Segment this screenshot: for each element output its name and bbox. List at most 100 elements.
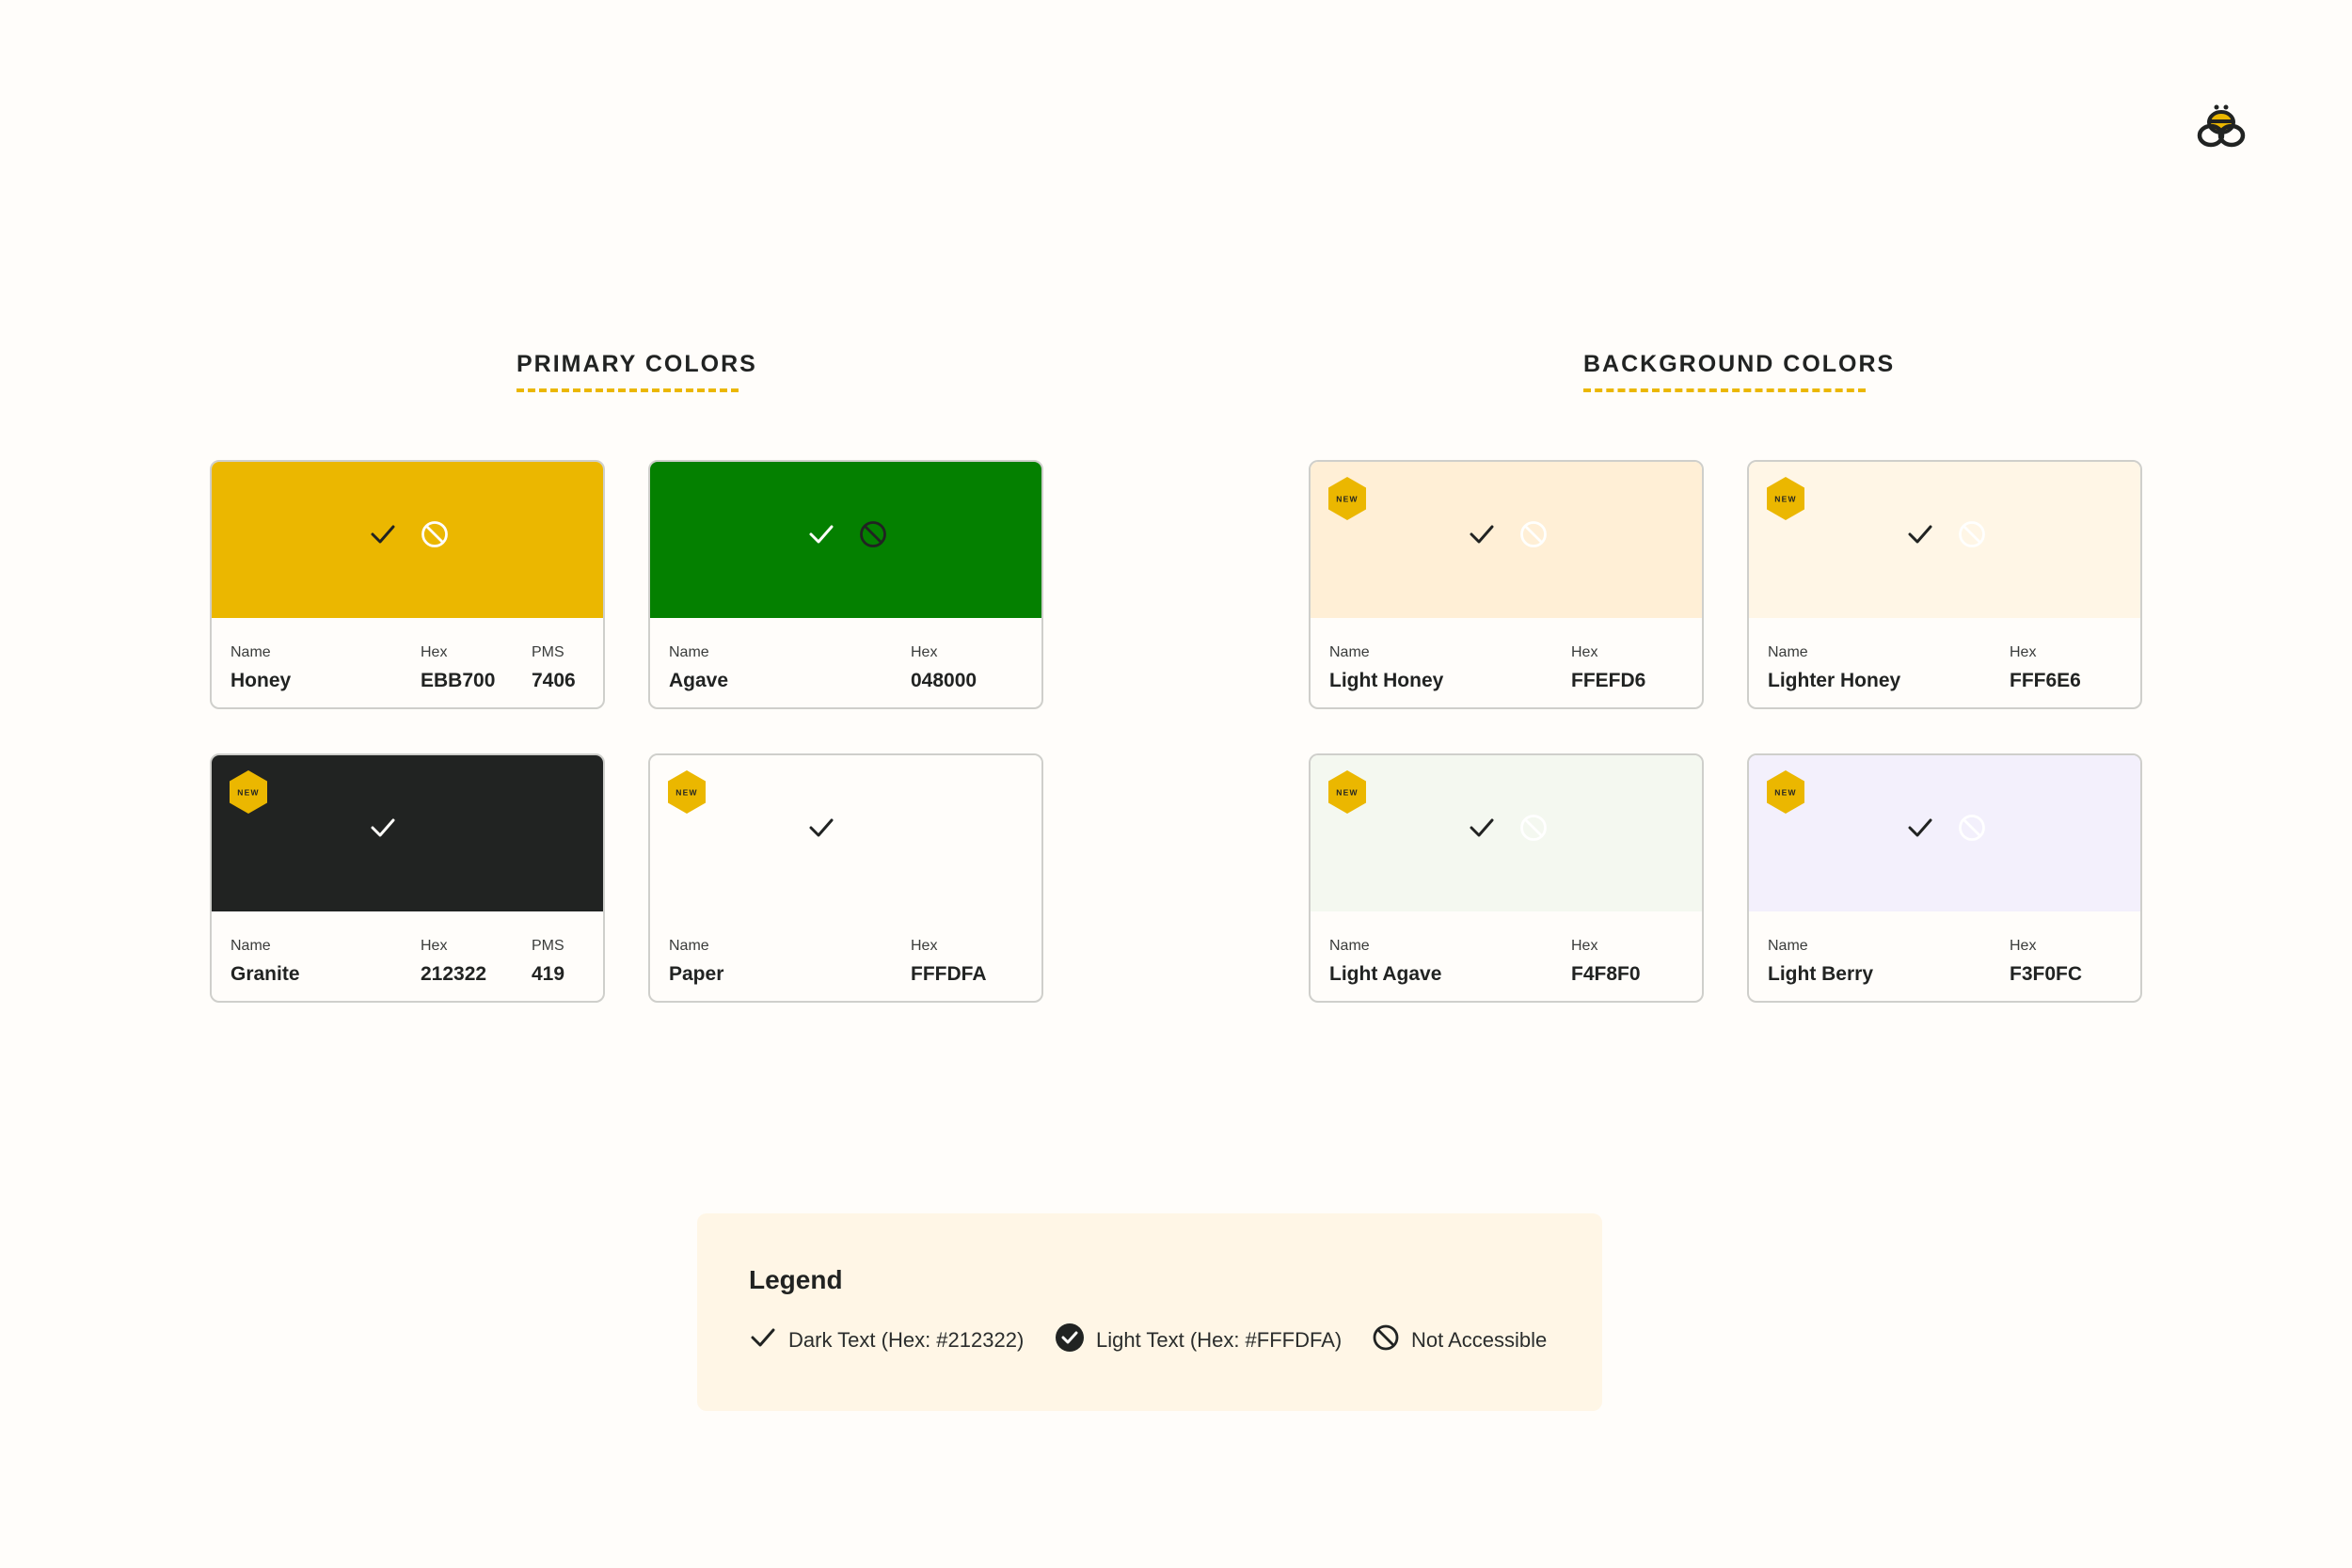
card-info: Name Lighter Honey Hex FFF6E6 [1749, 618, 2140, 707]
name-label: Name [1768, 644, 1808, 660]
hex-label: Hex [2010, 644, 2037, 660]
svg-text:NEW: NEW [1336, 788, 1358, 798]
hex-value: 212322 [421, 963, 487, 985]
not-accessible-icon [1518, 812, 1549, 844]
name-label: Name [1329, 644, 1370, 660]
name-label: Name [230, 644, 271, 660]
legend-panel: Legend Dark Text (Hex: #212322) Light Te… [697, 1213, 1602, 1411]
svg-text:NEW: NEW [1774, 495, 1796, 504]
hex-label: Hex [2010, 938, 2037, 954]
hex-value: F4F8F0 [1571, 963, 1641, 985]
name-label: Name [1329, 938, 1370, 954]
color-swatch [650, 462, 1041, 618]
legend-label: Light Text (Hex: #FFFDFA) [1096, 1328, 1343, 1352]
background-colors-heading: BACKGROUND COLORS [1583, 351, 1893, 392]
svg-text:NEW: NEW [1774, 788, 1796, 798]
check-icon [805, 518, 837, 550]
color-swatch [212, 462, 603, 618]
check-icon [1904, 812, 1936, 844]
name-label: Name [669, 644, 709, 660]
name-label: Name [1768, 938, 1808, 954]
not-accessible-icon [857, 518, 889, 550]
legend-item-not-accessible: Not Accessible [1372, 1324, 1547, 1356]
color-name: Agave [669, 670, 729, 691]
hex-label: Hex [421, 644, 448, 660]
svg-text:NEW: NEW [675, 788, 697, 798]
check-icon [805, 812, 837, 844]
heading-underline [1583, 388, 1866, 392]
hex-label: Hex [911, 644, 938, 660]
card-info: Name Light Honey Hex FFEFD6 [1311, 618, 1702, 707]
name-label: Name [669, 938, 709, 954]
not-accessible-icon [1956, 518, 1988, 550]
color-card-lighter-honey: NEW Name Lighter Honey Hex FFF6E6 [1747, 460, 2142, 709]
hex-label: Hex [911, 938, 938, 954]
color-name: Honey [230, 670, 292, 691]
not-accessible-icon [419, 518, 451, 550]
svg-text:NEW: NEW [237, 788, 259, 798]
color-name: Light Agave [1329, 963, 1442, 985]
color-card-granite: NEW Name Granite Hex 212322 PMS 419 [210, 753, 605, 1003]
color-name: Paper [669, 963, 724, 985]
check-icon [1466, 518, 1498, 550]
check-icon [367, 518, 399, 550]
color-swatch [650, 755, 1041, 911]
color-swatch [212, 755, 603, 911]
hex-value: 048000 [911, 670, 977, 691]
color-swatch [1749, 755, 2140, 911]
hex-label: Hex [421, 938, 448, 954]
hex-value: F3F0FC [2010, 963, 2083, 985]
not-accessible-icon [1372, 1323, 1411, 1357]
card-info: Name Granite Hex 212322 PMS 419 [212, 911, 603, 1001]
hex-label: Hex [1571, 644, 1598, 660]
filled-check-icon [1055, 1323, 1096, 1358]
card-info: Name Honey Hex EBB700 PMS 7406 [212, 618, 603, 707]
card-info: Name Light Berry Hex F3F0FC [1749, 911, 2140, 1001]
new-badge: NEW [666, 769, 707, 815]
color-swatch [1749, 462, 2140, 618]
color-name: Granite [230, 963, 300, 985]
hex-value: FFEFD6 [1571, 670, 1646, 691]
legend-title: Legend [749, 1265, 843, 1294]
new-badge: NEW [1765, 476, 1806, 521]
hex-value: FFF6E6 [2010, 670, 2081, 691]
card-info: Name Light Agave Hex F4F8F0 [1311, 911, 1702, 1001]
legend-item-light-text: Light Text (Hex: #FFFDFA) [1055, 1323, 1343, 1358]
color-swatch [1311, 755, 1702, 911]
hex-value: EBB700 [421, 670, 496, 691]
pms-value: 419 [532, 963, 565, 985]
card-info: Name Paper Hex FFFDFA [650, 911, 1041, 1001]
not-accessible-icon [1956, 812, 1988, 844]
color-card-paper: NEW Name Paper Hex FFFDFA [648, 753, 1043, 1003]
check-icon [1466, 812, 1498, 844]
primary-colors-heading: PRIMARY COLORS [516, 351, 755, 392]
color-name: Light Honey [1329, 670, 1444, 691]
color-card-light-agave: NEW Name Light Agave Hex F4F8F0 [1309, 753, 1704, 1003]
color-card-light-berry: NEW Name Light Berry Hex F3F0FC [1747, 753, 2142, 1003]
color-card-light-honey: NEW Name Light Honey Hex FFEFD6 [1309, 460, 1704, 709]
check-icon [367, 812, 399, 844]
bee-logo-icon [2197, 102, 2246, 149]
svg-text:NEW: NEW [1336, 495, 1358, 504]
new-badge: NEW [1765, 769, 1806, 815]
heading-underline [516, 388, 739, 392]
card-info: Name Agave Hex 048000 [650, 618, 1041, 707]
color-swatch [1311, 462, 1702, 618]
legend-item-dark-text: Dark Text (Hex: #212322) [749, 1324, 1024, 1356]
hex-label: Hex [1571, 938, 1598, 954]
legend-label: Dark Text (Hex: #212322) [788, 1328, 1025, 1352]
color-card-agave: Name Agave Hex 048000 [648, 460, 1043, 709]
new-badge: NEW [1327, 476, 1368, 521]
color-name: Lighter Honey [1768, 670, 1901, 691]
new-badge: NEW [1327, 769, 1368, 815]
name-label: Name [230, 938, 271, 954]
hex-value: FFFDFA [911, 963, 987, 985]
check-icon [1904, 518, 1936, 550]
pms-label: PMS [532, 938, 564, 954]
pms-value: 7406 [532, 670, 576, 691]
color-name: Light Berry [1768, 963, 1874, 985]
pms-label: PMS [532, 644, 564, 660]
new-badge: NEW [228, 769, 269, 815]
color-card-honey: Name Honey Hex EBB700 PMS 7406 [210, 460, 605, 709]
legend-label: Not Accessible [1411, 1328, 1548, 1352]
